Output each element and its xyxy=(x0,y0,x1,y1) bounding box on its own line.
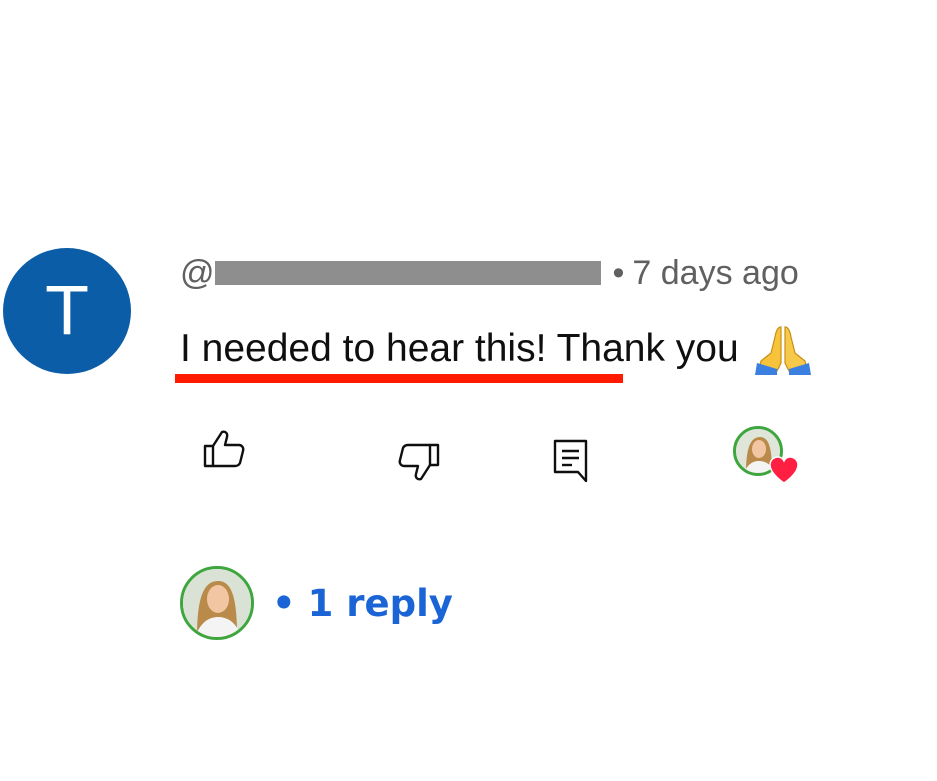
highlight-underline xyxy=(175,374,623,383)
replies-count-link[interactable]: 1 reply xyxy=(308,582,453,625)
handle-prefix: @ xyxy=(180,253,215,292)
dislike-button[interactable] xyxy=(396,441,442,483)
comment-reply-icon xyxy=(553,439,588,483)
comment-text-rest: Thank you xyxy=(546,327,739,370)
comment-meta: @ • 7 days ago xyxy=(180,251,799,295)
heart-icon xyxy=(769,456,799,484)
author-handle[interactable]: @ xyxy=(180,254,601,293)
meta-separator: • xyxy=(612,253,625,292)
comment-timestamp[interactable]: 7 days ago xyxy=(632,254,798,293)
redacted-username xyxy=(214,261,601,285)
creator-heart-badge[interactable] xyxy=(733,426,799,486)
view-replies-button[interactable]: • 1 reply xyxy=(180,564,453,642)
praying-hands-icon xyxy=(754,326,811,375)
replies-separator: • xyxy=(272,581,296,625)
reply-button[interactable] xyxy=(552,438,590,484)
thumbs-down-icon xyxy=(398,443,440,481)
commenter-avatar[interactable]: T xyxy=(3,248,131,374)
reply-author-photo-icon xyxy=(183,569,251,637)
thumbs-up-icon xyxy=(203,430,245,468)
avatar-letter: T xyxy=(46,272,88,350)
comment-text-highlighted: I needed to hear this! xyxy=(180,327,547,370)
like-button[interactable] xyxy=(201,428,247,470)
comment-text: I needed to hear this! Thank you xyxy=(180,323,813,375)
reply-author-avatar xyxy=(180,566,254,640)
